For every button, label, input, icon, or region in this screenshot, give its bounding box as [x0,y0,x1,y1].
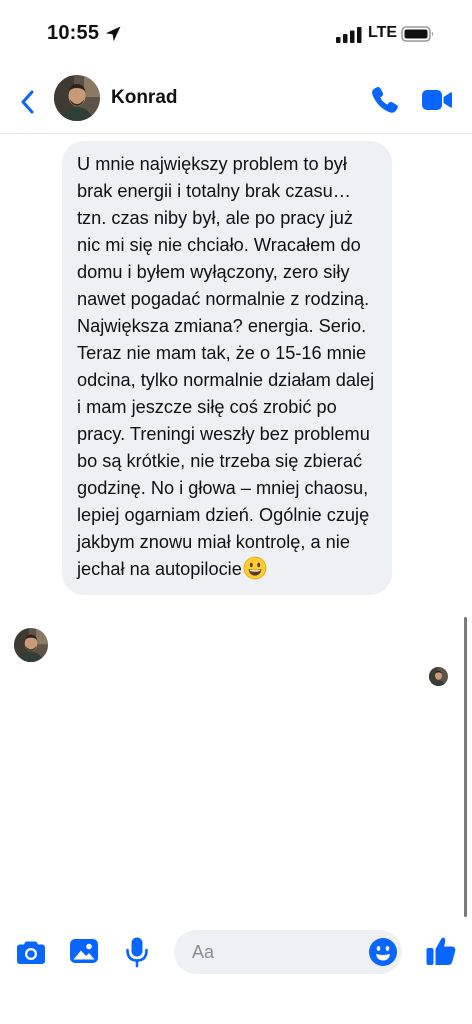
location-arrow-icon [105,26,121,42]
home-indicator [160,1012,312,1017]
microphone-icon[interactable] [124,936,150,968]
scrollbar[interactable] [464,617,467,917]
camera-icon[interactable] [16,939,46,965]
back-chevron-icon[interactable] [17,89,39,115]
sender-avatar[interactable] [14,628,48,662]
signal-bars-icon [336,27,362,43]
carrier-label: LTE [368,24,398,41]
status-time: 10:55 [47,22,100,44]
conversation-header: Konrad [0,70,472,134]
avatar[interactable] [54,75,100,121]
gallery-icon[interactable] [69,937,99,965]
incoming-message-bubble[interactable]: U mnie największy problem to był brak en… [62,141,392,595]
status-bar: 10:55 LTE [0,0,472,70]
message-composer [0,925,472,985]
message-body: U mnie największy problem to był brak en… [77,154,375,579]
phone-call-icon[interactable] [369,85,401,115]
battery-icon [401,26,433,42]
seen-avatar [429,667,448,686]
contact-name[interactable]: Konrad [111,87,178,109]
grinning-face-emoji [243,556,267,580]
message-text: U mnie największy problem to był brak en… [62,151,392,583]
emoji-icon[interactable] [368,937,398,967]
thumbs-up-icon[interactable] [425,935,457,967]
video-call-icon[interactable] [421,87,453,113]
